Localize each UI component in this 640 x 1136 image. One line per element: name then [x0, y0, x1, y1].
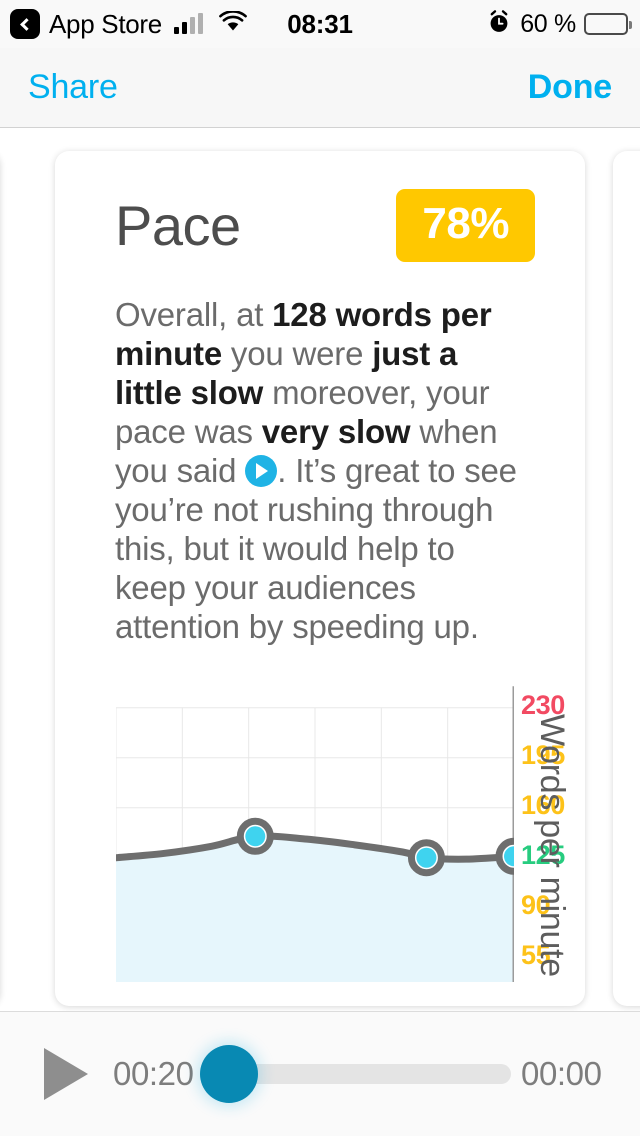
app-screen: App Store 08:31 60 % Share Done Pace 78%…	[0, 0, 640, 1136]
back-chevron-icon[interactable]	[10, 9, 40, 39]
battery-percent-label: 60 %	[520, 9, 576, 38]
feedback-text: Overall, at 128 words per minute you wer…	[115, 296, 517, 645]
cellular-signal-icon	[173, 13, 203, 34]
emphasis-text: very slow	[261, 412, 411, 450]
done-button[interactable]: Done	[528, 68, 612, 107]
wifi-icon	[219, 10, 247, 37]
play-icon[interactable]	[44, 1048, 88, 1100]
status-badge: 78%	[396, 189, 535, 262]
navigation-bar: Share Done	[0, 48, 640, 128]
chart-plot-area	[116, 682, 514, 983]
status-bar-left: App Store	[0, 9, 247, 40]
page-title: Pace	[115, 194, 241, 257]
card-header: Pace 78%	[55, 151, 585, 262]
pace-card: Pace 78% Overall, at 128 words per minut…	[55, 151, 585, 1006]
play-circle-icon[interactable]	[245, 454, 278, 487]
battery-icon	[584, 13, 632, 35]
playback-scrubber-thumb[interactable]	[200, 1045, 258, 1103]
remaining-time-label: 00:00	[521, 1055, 602, 1092]
audio-player-bar: 00:20 00:00	[0, 1011, 640, 1136]
chart-y-axis-title: Words per minute	[533, 714, 571, 978]
pace-chart: 230 195 160 125 90 55 Words per minute	[55, 682, 585, 1006]
status-bar-right: 60 %	[486, 0, 632, 48]
elapsed-time-label: 00:20	[113, 1055, 194, 1092]
alarm-clock-icon	[486, 9, 512, 40]
card-carousel[interactable]: Pace 78% Overall, at 128 words per minut…	[0, 129, 640, 1011]
status-bar: App Store 08:31 60 %	[0, 0, 640, 48]
share-button[interactable]: Share	[28, 68, 118, 107]
back-app-label[interactable]: App Store	[49, 9, 162, 40]
next-card-peek[interactable]	[613, 151, 640, 1006]
